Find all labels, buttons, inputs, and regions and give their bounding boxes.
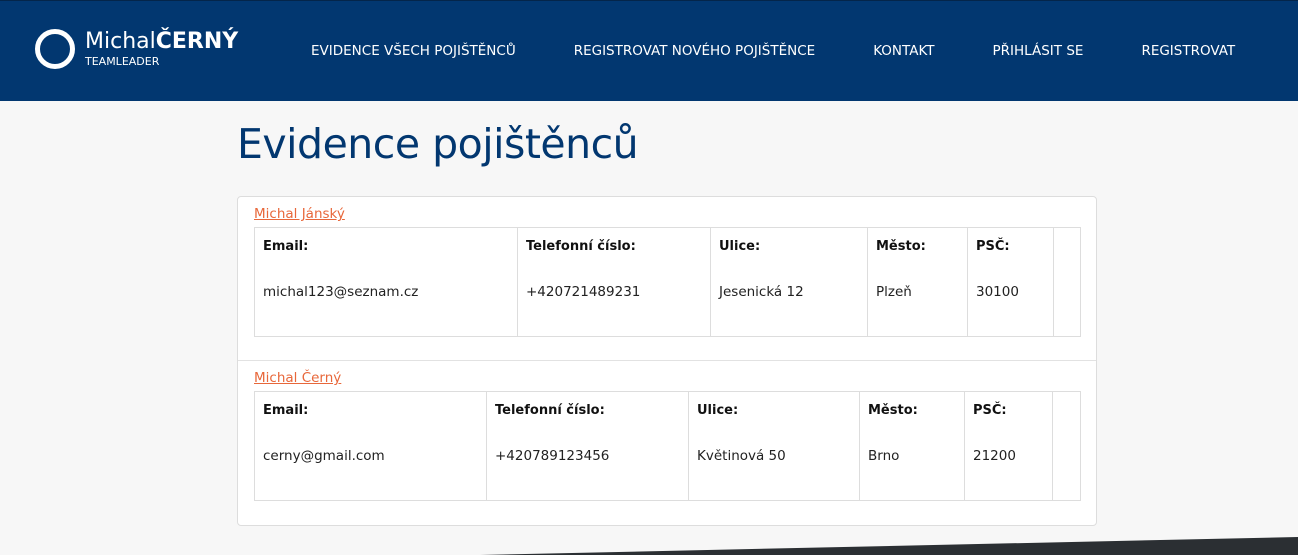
top-navbar: MichalČERNÝ TEAMLEADER EVIDENCE VŠECH PO… — [0, 0, 1298, 101]
main-nav: EVIDENCE VŠECH POJIŠTĚNCŮ REGISTROVAT NO… — [282, 1, 1258, 101]
insured-list-card: Michal Jánský Email: michal123@seznam.cz… — [237, 196, 1097, 526]
city-cell: Město: Brno — [859, 391, 965, 501]
phone-cell: Telefonní číslo: +420789123456 — [486, 391, 689, 501]
table-row: Email: cerny@gmail.com Telefonní číslo: … — [254, 391, 1081, 501]
nav-link-evidence[interactable]: EVIDENCE VŠECH POJIŠTĚNCŮ — [282, 43, 545, 59]
city-cell: Město: Plzeň — [867, 227, 968, 337]
email-value: cerny@gmail.com — [263, 448, 385, 464]
phone-label: Telefonní číslo: — [526, 239, 636, 254]
nav-link-register-insured[interactable]: REGISTROVAT NOVÉHO POJIŠTĚNCE — [545, 43, 844, 59]
page-title: Evidence pojištěnců — [237, 120, 639, 168]
brand-first-name: Michal — [85, 29, 156, 54]
city-label: Město: — [876, 239, 926, 254]
zip-value: 30100 — [976, 284, 1019, 300]
street-cell: Ulice: Květinová 50 — [688, 391, 860, 501]
insured-info-table: Email: michal123@seznam.cz Telefonní čís… — [254, 227, 1081, 337]
city-value: Plzeň — [876, 284, 912, 300]
street-label: Ulice: — [697, 403, 739, 418]
brand-text: MichalČERNÝ TEAMLEADER — [85, 29, 238, 68]
footer-wedge-shape — [480, 537, 1298, 555]
zip-label: PSČ: — [976, 239, 1010, 254]
zip-cell: PSČ: 21200 — [964, 391, 1053, 501]
insured-name-link[interactable]: Michal Jánský — [254, 206, 345, 222]
nav-link-register[interactable]: REGISTROVAT — [1112, 43, 1264, 59]
table-row: Email: michal123@seznam.cz Telefonní čís… — [254, 227, 1081, 337]
zip-value: 21200 — [973, 448, 1016, 464]
street-cell: Ulice: Jesenická 12 — [710, 227, 868, 337]
empty-cell — [1052, 391, 1081, 501]
phone-label: Telefonní číslo: — [495, 403, 605, 418]
email-label: Email: — [263, 403, 309, 418]
insured-name-link[interactable]: Michal Černý — [254, 370, 341, 386]
street-value: Květinová 50 — [697, 448, 786, 464]
brand-subtitle: TEAMLEADER — [85, 55, 160, 68]
email-label: Email: — [263, 239, 309, 254]
city-value: Brno — [868, 448, 900, 464]
brand-logo-link[interactable]: MichalČERNÝ TEAMLEADER — [35, 29, 238, 69]
nav-link-contact[interactable]: KONTAKT — [844, 43, 963, 59]
entry-divider — [238, 360, 1096, 361]
brand-name: MichalČERNÝ — [85, 29, 238, 54]
email-cell: Email: michal123@seznam.cz — [254, 227, 518, 337]
insured-info-table: Email: cerny@gmail.com Telefonní číslo: … — [254, 391, 1081, 501]
phone-value: +420789123456 — [495, 448, 610, 464]
street-value: Jesenická 12 — [719, 284, 804, 300]
brand-last-name: ČERNÝ — [155, 29, 239, 54]
email-cell: Email: cerny@gmail.com — [254, 391, 487, 501]
empty-cell — [1053, 227, 1081, 337]
zip-label: PSČ: — [973, 403, 1007, 418]
nav-link-login[interactable]: PŘIHLÁSIT SE — [964, 43, 1113, 59]
city-label: Město: — [868, 403, 918, 418]
zip-cell: PSČ: 30100 — [967, 227, 1054, 337]
street-label: Ulice: — [719, 239, 761, 254]
phone-cell: Telefonní číslo: +420721489231 — [517, 227, 711, 337]
phone-value: +420721489231 — [526, 284, 641, 300]
circle-logo-icon — [35, 29, 75, 69]
email-value: michal123@seznam.cz — [263, 284, 419, 300]
